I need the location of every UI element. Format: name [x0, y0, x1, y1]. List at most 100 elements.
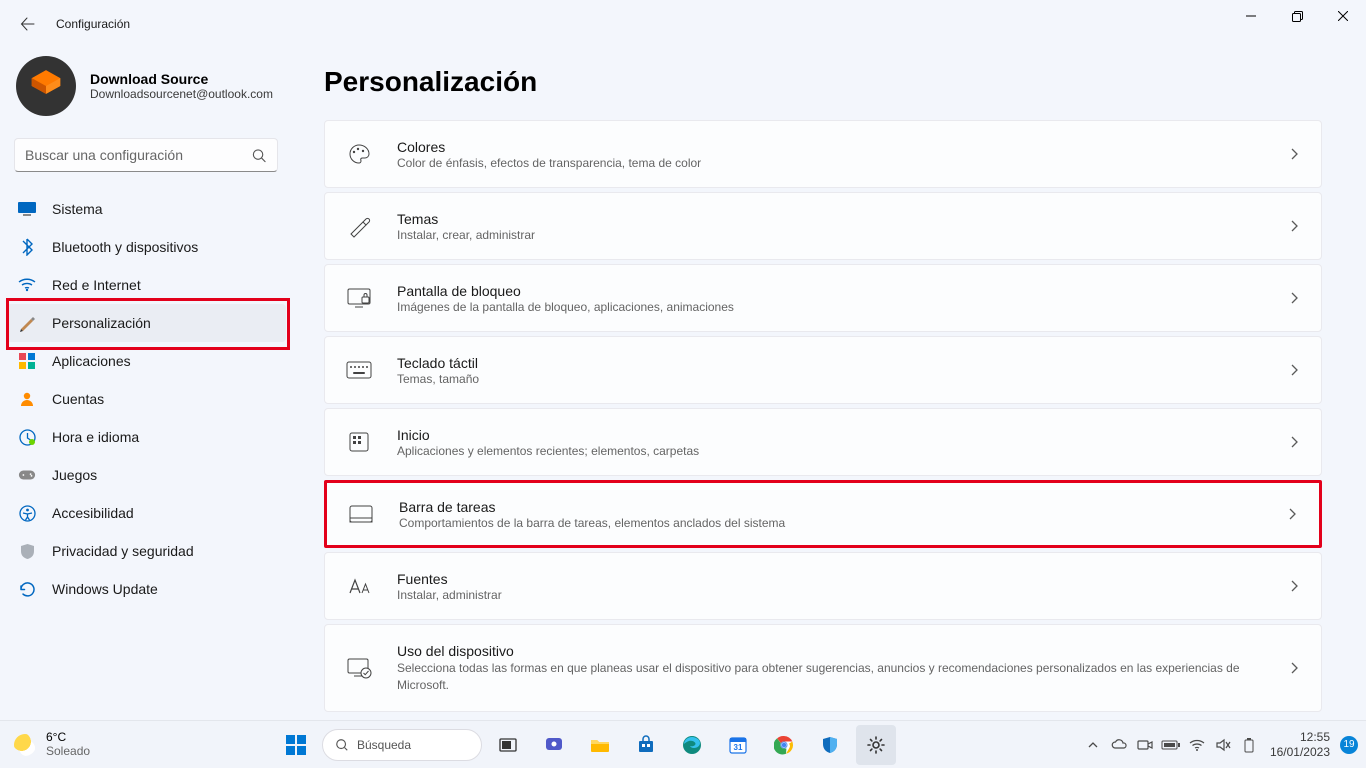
- card-uso[interactable]: Uso del dispositivoSelecciona todas las …: [324, 624, 1322, 712]
- battery-icon[interactable]: [1160, 739, 1182, 751]
- settings-button[interactable]: [856, 725, 896, 765]
- chevron-right-icon: [1287, 435, 1301, 449]
- sidebar-item-juegos[interactable]: Juegos: [6, 456, 286, 494]
- weather-cond: Soleado: [46, 745, 90, 758]
- card-title: Teclado táctil: [397, 355, 1287, 371]
- chevron-right-icon: [1285, 507, 1299, 521]
- chevron-right-icon: [1287, 579, 1301, 593]
- sidebar-item-label: Hora e idioma: [52, 429, 139, 445]
- card-title: Barra de tareas: [399, 499, 1285, 515]
- shield-icon: [820, 735, 840, 755]
- privacidad-icon: [18, 542, 36, 560]
- sidebar-item-update[interactable]: Windows Update: [6, 570, 286, 608]
- power-icon[interactable]: [1238, 737, 1260, 753]
- card-subtitle: Instalar, administrar: [397, 588, 1287, 602]
- search-input[interactable]: [25, 147, 251, 163]
- calendar-button[interactable]: 31: [718, 725, 758, 765]
- card-subtitle: Imágenes de la pantalla de bloqueo, apli…: [397, 300, 1287, 314]
- weather-icon: [14, 734, 36, 756]
- sidebar-item-aplicaciones[interactable]: Aplicaciones: [6, 342, 286, 380]
- card-barra[interactable]: Barra de tareasComportamientos de la bar…: [324, 480, 1322, 548]
- hora-icon: [18, 428, 36, 446]
- sidebar-item-accesibilidad[interactable]: Accesibilidad: [6, 494, 286, 532]
- maximize-button[interactable]: [1274, 0, 1320, 32]
- system-tray: 12:55 16/01/2023 19: [1082, 730, 1366, 759]
- notification-badge[interactable]: 19: [1340, 736, 1358, 754]
- sidebar-item-label: Red e Internet: [52, 277, 141, 293]
- content-area: Personalización ColoresColor de énfasis,…: [300, 48, 1366, 720]
- fuentes-icon: [345, 572, 373, 600]
- update-icon: [18, 580, 36, 598]
- task-view-button[interactable]: [488, 725, 528, 765]
- card-inicio[interactable]: InicioAplicaciones y elementos recientes…: [324, 408, 1322, 476]
- taskbar-search[interactable]: Búsqueda: [322, 729, 482, 761]
- inicio-icon: [345, 428, 373, 456]
- search-icon: [335, 738, 349, 752]
- taskbar-search-label: Búsqueda: [357, 738, 411, 752]
- card-teclado[interactable]: Teclado táctilTemas, tamaño: [324, 336, 1322, 404]
- meet-now-icon[interactable]: [1134, 736, 1156, 754]
- card-colores[interactable]: ColoresColor de énfasis, efectos de tran…: [324, 120, 1322, 188]
- sidebar-item-cuentas[interactable]: Cuentas: [6, 380, 286, 418]
- card-subtitle: Aplicaciones y elementos recientes; elem…: [397, 444, 1287, 458]
- close-button[interactable]: [1320, 0, 1366, 32]
- minimize-button[interactable]: [1228, 0, 1274, 32]
- back-button[interactable]: [8, 4, 48, 44]
- maximize-icon: [1292, 11, 1303, 22]
- sistema-icon: [18, 200, 36, 218]
- taskbar-weather[interactable]: 6°C Soleado: [0, 731, 90, 757]
- card-subtitle: Comportamientos de la barra de tareas, e…: [399, 516, 1285, 530]
- nav-list: Sistema Bluetooth y dispositivos Red e Int…: [0, 190, 292, 608]
- calendar-icon: 31: [728, 735, 748, 755]
- card-subtitle: Temas, tamaño: [397, 372, 1287, 386]
- profile-email: Downloadsourcenet@outlook.com: [90, 87, 273, 101]
- sidebar-item-label: Bluetooth y dispositivos: [52, 239, 198, 255]
- card-bloqueo[interactable]: Pantalla de bloqueoImágenes de la pantal…: [324, 264, 1322, 332]
- tray-chevron-icon[interactable]: [1082, 739, 1104, 751]
- red-icon: [18, 276, 36, 294]
- explorer-button[interactable]: [580, 725, 620, 765]
- temas-icon: [345, 212, 373, 240]
- arrow-left-icon: [20, 16, 36, 32]
- card-title: Fuentes: [397, 571, 1287, 587]
- sidebar-item-sistema[interactable]: Sistema: [6, 190, 286, 228]
- clock-time: 12:55: [1270, 730, 1330, 744]
- taskbar-clock[interactable]: 12:55 16/01/2023: [1270, 730, 1330, 759]
- titlebar: Configuración: [0, 0, 1366, 48]
- volume-icon[interactable]: [1212, 737, 1234, 753]
- sidebar-item-privacidad[interactable]: Privacidad y seguridad: [6, 532, 286, 570]
- profile-block[interactable]: Download Source Downloadsourcenet@outloo…: [0, 48, 292, 128]
- card-title: Colores: [397, 139, 1287, 155]
- teclado-icon: [345, 356, 373, 384]
- chrome-icon: [774, 735, 794, 755]
- windows-icon: [286, 735, 306, 755]
- store-icon: [636, 735, 656, 755]
- security-button[interactable]: [810, 725, 850, 765]
- uso-icon: [345, 654, 373, 682]
- onedrive-icon[interactable]: [1108, 736, 1130, 754]
- wifi-icon[interactable]: [1186, 737, 1208, 753]
- chrome-button[interactable]: [764, 725, 804, 765]
- sidebar-item-label: Juegos: [52, 467, 97, 483]
- search-box[interactable]: [14, 138, 278, 172]
- sidebar-item-red[interactable]: Red e Internet: [6, 266, 286, 304]
- chat-button[interactable]: [534, 725, 574, 765]
- sidebar-item-label: Personalización: [52, 315, 151, 331]
- task-view-icon: [499, 736, 517, 754]
- sidebar-item-hora[interactable]: Hora e idioma: [6, 418, 286, 456]
- card-title: Inicio: [397, 427, 1287, 443]
- edge-button[interactable]: [672, 725, 712, 765]
- sidebar-item-label: Sistema: [52, 201, 103, 217]
- colores-icon: [345, 140, 373, 168]
- close-icon: [1338, 11, 1348, 21]
- sidebar-item-bluetooth[interactable]: Bluetooth y dispositivos: [6, 228, 286, 266]
- start-button[interactable]: [276, 725, 316, 765]
- card-fuentes[interactable]: FuentesInstalar, administrar: [324, 552, 1322, 620]
- chevron-right-icon: [1287, 291, 1301, 305]
- sidebar-item-personalizacion[interactable]: Personalización: [6, 304, 286, 342]
- page-title: Personalización: [324, 66, 1322, 98]
- minimize-icon: [1246, 11, 1256, 21]
- app-title: Configuración: [56, 17, 130, 31]
- card-temas[interactable]: TemasInstalar, crear, administrar: [324, 192, 1322, 260]
- store-button[interactable]: [626, 725, 666, 765]
